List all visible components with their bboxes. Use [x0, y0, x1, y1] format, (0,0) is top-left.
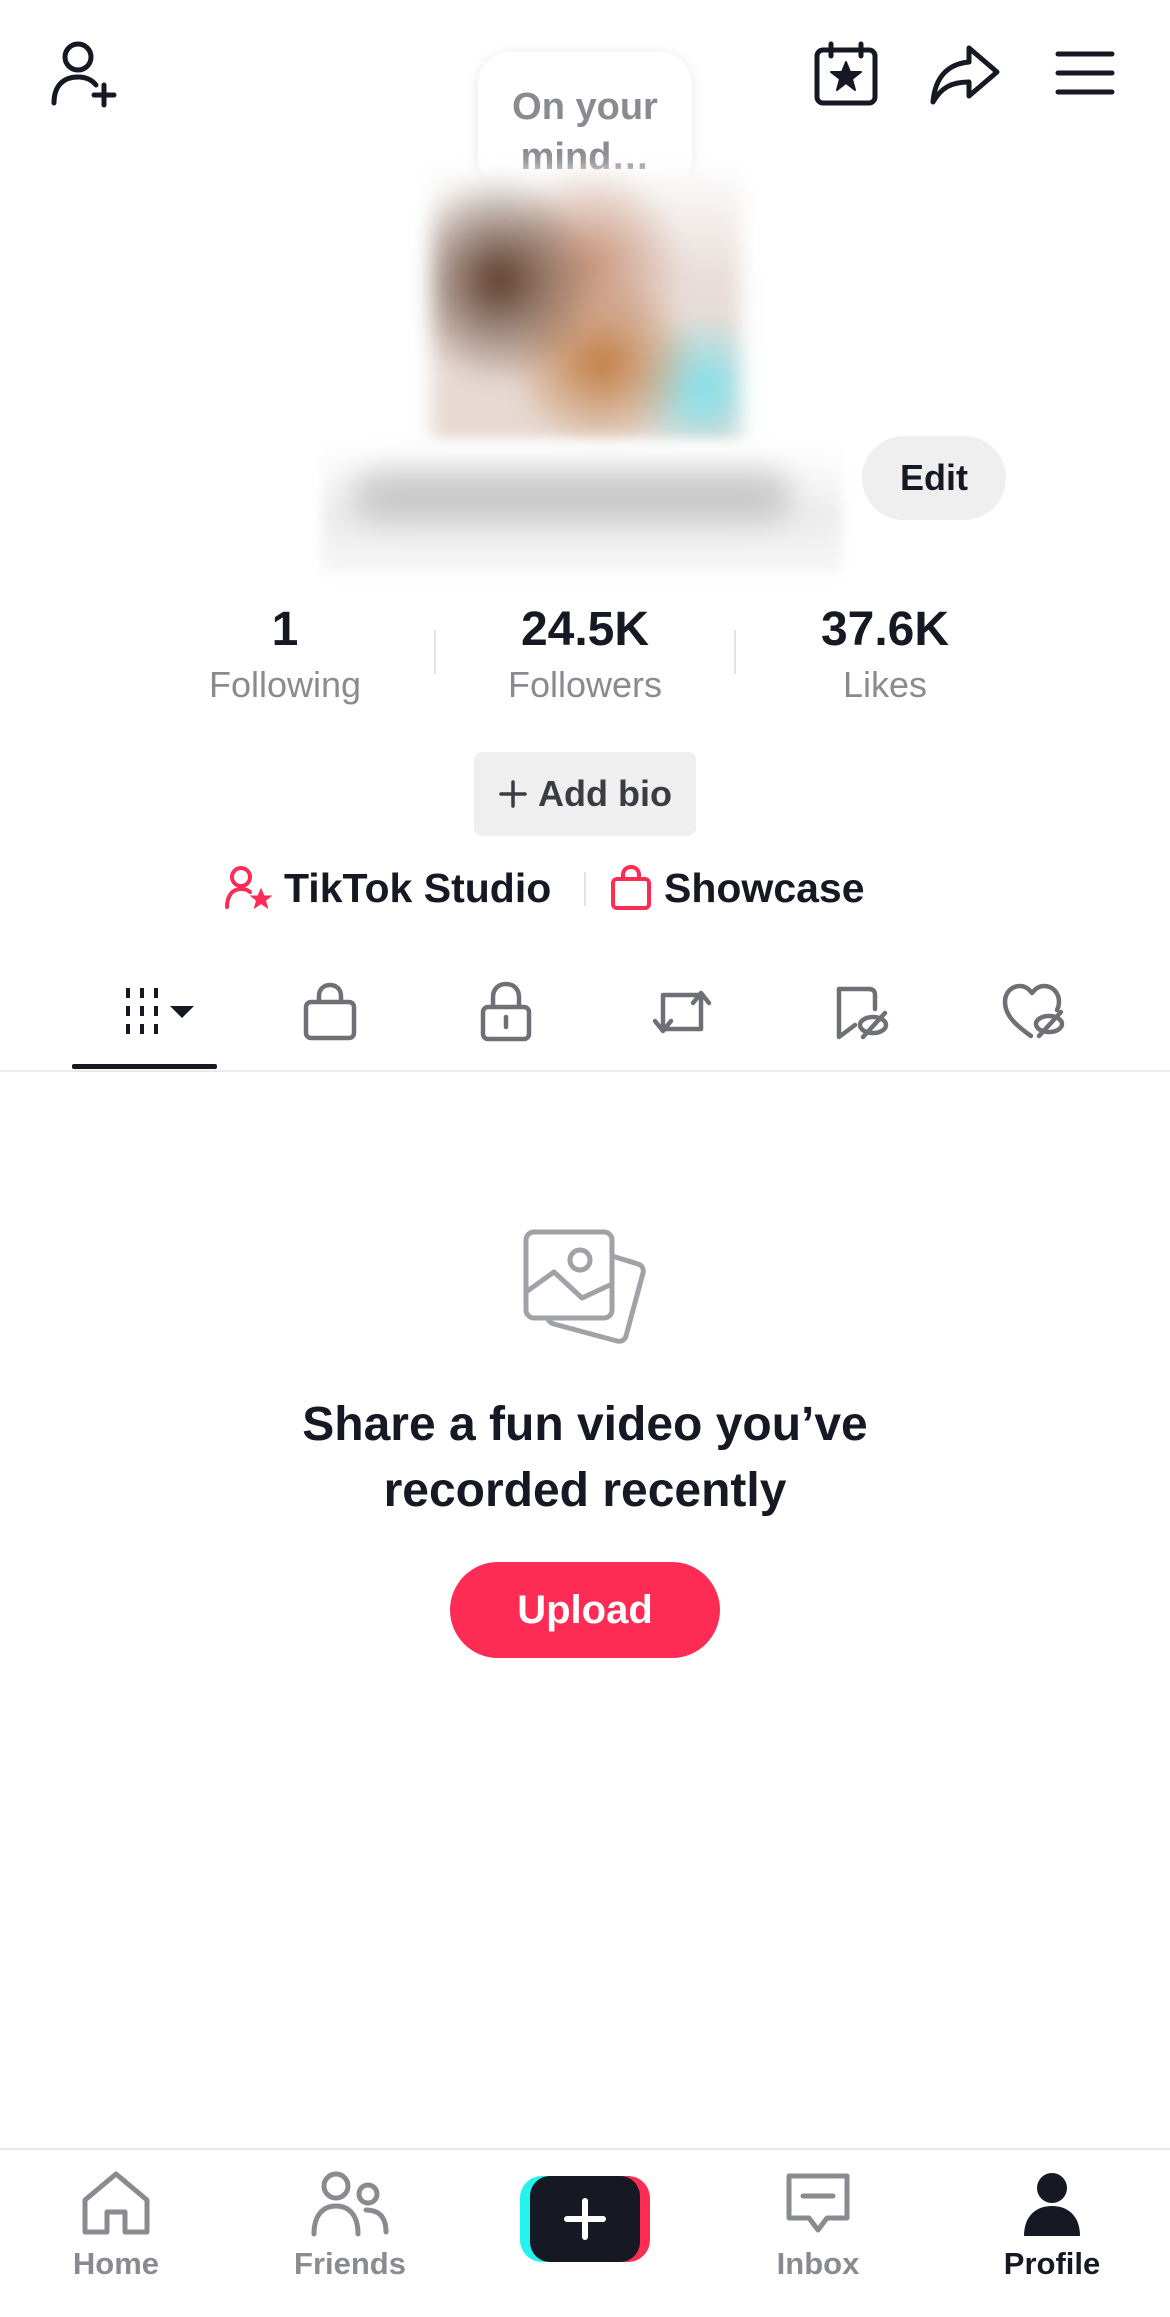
- tab-shop[interactable]: [270, 960, 390, 1064]
- stat-value: 24.5K: [520, 603, 650, 656]
- person-star-icon: [225, 866, 272, 910]
- heart-hidden-icon: [1002, 983, 1065, 1039]
- share-profile-button[interactable]: [928, 38, 1002, 110]
- stat-value: 1: [271, 603, 299, 656]
- person-plus-icon: [51, 41, 117, 108]
- plus-icon: [564, 2198, 606, 2240]
- nav-friends[interactable]: Friends: [260, 2170, 440, 2284]
- nav-home[interactable]: Home: [26, 2170, 206, 2284]
- inbox-icon: [786, 2173, 850, 2233]
- photos-icon: [520, 1228, 650, 1363]
- username-blurred: [322, 442, 842, 574]
- tab-private[interactable]: [446, 960, 566, 1064]
- friends-icon: [311, 2171, 389, 2237]
- share-arrow-icon: [930, 45, 1000, 105]
- active-tab-indicator: [72, 1064, 217, 1069]
- tiktok-studio-label: TikTok Studio: [284, 864, 552, 911]
- add-bio-button[interactable]: Add bio: [474, 752, 696, 836]
- link-divider: [584, 872, 586, 906]
- tab-videos[interactable]: [72, 960, 217, 1064]
- creator-calendar-button[interactable]: [810, 38, 882, 110]
- upload-button[interactable]: Upload: [450, 1562, 720, 1658]
- stat-followers[interactable]: 24.5K Followers: [455, 600, 715, 708]
- empty-title-line1: Share a fun video you’ve: [302, 1398, 868, 1451]
- shopping-bag-icon: [303, 982, 357, 1041]
- content-tabs: [0, 960, 1170, 1072]
- nav-inbox[interactable]: Inbox: [728, 2170, 908, 2284]
- stat-following[interactable]: 1 Following: [155, 600, 415, 708]
- stat-label: Followers: [507, 664, 663, 705]
- tab-favorites[interactable]: [800, 960, 920, 1064]
- stat-label: Following: [208, 664, 362, 705]
- nav-home-label: Home: [72, 2246, 160, 2281]
- tiktok-studio-link[interactable]: TikTok Studio: [224, 858, 551, 918]
- tab-reposts[interactable]: [622, 960, 742, 1064]
- stat-divider: [434, 630, 436, 674]
- calendar-star-icon: [814, 41, 878, 106]
- lock-icon: [480, 981, 532, 1042]
- add-bio-label: Add bio: [538, 773, 672, 814]
- showcase-label: Showcase: [664, 864, 865, 911]
- empty-title-line2: recorded recently: [383, 1464, 787, 1517]
- stat-value: 37.6K: [820, 603, 950, 656]
- tab-liked[interactable]: [974, 960, 1094, 1064]
- create-button-face: [530, 2176, 640, 2262]
- nav-profile[interactable]: Profile: [962, 2170, 1142, 2284]
- bookmark-hidden-icon: [836, 986, 889, 1040]
- stat-divider: [734, 630, 736, 674]
- repost-icon: [652, 990, 712, 1034]
- hamburger-menu-icon: [1055, 51, 1115, 95]
- nav-friends-label: Friends: [294, 2246, 406, 2281]
- empty-state-title: Share a fun video you’ve recorded recent…: [0, 1392, 1170, 1524]
- home-icon: [82, 2171, 150, 2235]
- creator-links: TikTok Studio Showcase: [0, 858, 1170, 918]
- stat-label: Likes: [842, 664, 928, 705]
- edit-profile-button[interactable]: Edit: [862, 436, 1006, 520]
- bottom-navigation: Home Friends Inbox Profile: [0, 2148, 1170, 2317]
- avatar[interactable]: [431, 171, 741, 443]
- thought-bubble-text: On your mind…: [512, 86, 658, 178]
- add-friend-button[interactable]: [44, 36, 128, 112]
- stat-likes[interactable]: 37.6K Likes: [755, 600, 1015, 708]
- profile-screen: On your mind… Edit 1 Following 24.5K Fol…: [0, 0, 1170, 2317]
- shopping-bag-icon: [611, 865, 651, 910]
- menu-button[interactable]: [1052, 42, 1118, 104]
- plus-icon: [499, 780, 527, 808]
- showcase-link[interactable]: Showcase: [610, 858, 865, 918]
- create-button[interactable]: [520, 2176, 650, 2262]
- nav-profile-label: Profile: [1003, 2246, 1101, 2281]
- caret-down-icon: [169, 1006, 194, 1018]
- profile-filled-icon: [1024, 2173, 1080, 2236]
- nav-inbox-label: Inbox: [776, 2246, 860, 2281]
